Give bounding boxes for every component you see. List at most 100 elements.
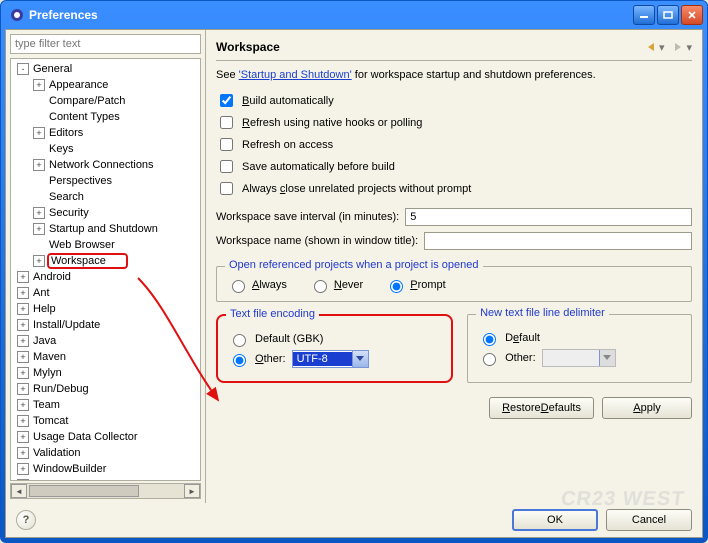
tree-item-maven[interactable]: +Maven (11, 349, 200, 365)
openref-never-input[interactable] (314, 280, 327, 293)
tree-item-mylyn[interactable]: +Mylyn (11, 365, 200, 381)
tree-item-workspace[interactable]: +Workspace (11, 253, 200, 269)
delimiter-other[interactable]: Other: (478, 349, 681, 367)
encoding-other[interactable]: Other: UTF-8 (228, 350, 441, 368)
delimiter-default[interactable]: Default (478, 330, 681, 346)
tree-item-startup-and-shutdown[interactable]: +Startup and Shutdown (11, 221, 200, 237)
chevron-down-icon[interactable] (352, 351, 368, 367)
close-unrelated-checkbox[interactable]: Always close unrelated projects without … (216, 179, 692, 198)
tree-item-tomcat[interactable]: +Tomcat (11, 413, 200, 429)
tree-item-run-debug[interactable]: +Run/Debug (11, 381, 200, 397)
expand-icon[interactable]: + (33, 223, 45, 235)
expand-icon[interactable]: + (17, 271, 29, 283)
openref-prompt[interactable]: Prompt (385, 277, 445, 293)
expand-icon[interactable]: + (17, 447, 29, 459)
filter-input[interactable] (10, 34, 201, 54)
tree-item-appearance[interactable]: +Appearance (11, 77, 200, 93)
tree-item-windowbuilder[interactable]: +WindowBuilder (11, 461, 200, 477)
tree-item-compare-patch[interactable]: +Compare/Patch (11, 93, 200, 109)
tree-item-editors[interactable]: +Editors (11, 125, 200, 141)
help-button[interactable]: ? (16, 510, 36, 530)
dialog-footer: ? OK Cancel (6, 503, 702, 537)
openref-always-input[interactable] (232, 280, 245, 293)
expand-icon[interactable]: + (33, 127, 45, 139)
titlebar[interactable]: Preferences (1, 1, 707, 29)
expand-icon[interactable]: + (17, 415, 29, 427)
tree-item-security[interactable]: +Security (11, 205, 200, 221)
tree-item-search[interactable]: +Search (11, 189, 200, 205)
refresh-native-input[interactable] (220, 116, 233, 129)
expand-icon[interactable]: + (33, 159, 45, 171)
save-before-build-checkbox[interactable]: Save automatically before build (216, 157, 692, 176)
preferences-tree[interactable]: -General+Appearance+Compare/Patch+Conten… (10, 58, 201, 481)
tree-item-java[interactable]: +Java (11, 333, 200, 349)
tree-item-network-connections[interactable]: +Network Connections (11, 157, 200, 173)
encoding-combo[interactable]: UTF-8 (292, 350, 369, 368)
tree-item-help[interactable]: +Help (11, 301, 200, 317)
openref-prompt-input[interactable] (390, 280, 403, 293)
expand-icon[interactable]: + (17, 399, 29, 411)
expand-icon[interactable]: + (17, 303, 29, 315)
encoding-other-input[interactable] (233, 354, 246, 367)
tree-item-ant[interactable]: +Ant (11, 285, 200, 301)
scroll-left-icon[interactable]: ◄ (11, 484, 27, 498)
tree-item-usage-data-collector[interactable]: +Usage Data Collector (11, 429, 200, 445)
ws-name-input[interactable] (424, 232, 692, 250)
expand-icon[interactable]: + (17, 479, 29, 481)
refresh-access-checkbox[interactable]: Refresh on access (216, 135, 692, 154)
refresh-access-input[interactable] (220, 138, 233, 151)
tree-item-install-update[interactable]: +Install/Update (11, 317, 200, 333)
ok-button[interactable]: OK (512, 509, 598, 531)
encoding-default-input[interactable] (233, 334, 246, 347)
tree-item-perspectives[interactable]: +Perspectives (11, 173, 200, 189)
maximize-button[interactable] (657, 5, 679, 25)
build-automatically-input[interactable] (220, 94, 233, 107)
page-title: Workspace (216, 40, 645, 54)
left-pane: -General+Appearance+Compare/Patch+Conten… (6, 30, 206, 503)
tree-h-scrollbar[interactable]: ◄ ► (10, 483, 201, 499)
nav-back-button[interactable]: ▾ (645, 41, 665, 54)
tree-item-android[interactable]: +Android (11, 269, 200, 285)
refresh-native-checkbox[interactable]: Refresh using native hooks or polling (216, 113, 692, 132)
collapse-icon[interactable]: - (17, 63, 29, 75)
openref-always[interactable]: Always (227, 277, 287, 293)
tree-item-web-browser[interactable]: +Web Browser (11, 237, 200, 253)
tree-item-general[interactable]: -General (11, 61, 200, 77)
expand-icon[interactable]: + (17, 383, 29, 395)
encoding-default[interactable]: Default (GBK) (228, 331, 441, 347)
delimiter-default-input[interactable] (483, 333, 496, 346)
apply-button[interactable]: Apply (602, 397, 692, 419)
tree-item-xml[interactable]: +XML (11, 477, 200, 481)
expand-icon[interactable]: + (17, 319, 29, 331)
scroll-right-icon[interactable]: ► (184, 484, 200, 498)
restore-defaults-button[interactable]: Restore Defaults (489, 397, 594, 419)
startup-shutdown-link[interactable]: 'Startup and Shutdown' (239, 69, 352, 81)
expand-icon[interactable]: + (17, 463, 29, 475)
expand-icon[interactable]: + (17, 431, 29, 443)
expand-icon[interactable]: + (17, 287, 29, 299)
tree-item-keys[interactable]: +Keys (11, 141, 200, 157)
refresh-native-label: Refresh using native hooks or polling (242, 117, 422, 129)
save-before-build-input[interactable] (220, 160, 233, 173)
expand-icon[interactable]: + (17, 351, 29, 363)
cancel-button[interactable]: Cancel (606, 509, 692, 531)
build-automatically-checkbox[interactable]: Build automatically (216, 91, 692, 110)
minimize-button[interactable] (633, 5, 655, 25)
expand-icon[interactable]: + (17, 335, 29, 347)
tree-item-content-types[interactable]: +Content Types (11, 109, 200, 125)
close-button[interactable] (681, 5, 703, 25)
window-title: Preferences (29, 8, 633, 22)
expand-icon[interactable]: + (33, 207, 45, 219)
close-unrelated-input[interactable] (220, 182, 233, 195)
scroll-thumb[interactable] (29, 485, 139, 497)
openref-never[interactable]: Never (309, 277, 363, 293)
expand-icon[interactable]: + (33, 79, 45, 91)
save-interval-input[interactable] (405, 208, 692, 226)
tree-item-team[interactable]: +Team (11, 397, 200, 413)
expand-icon[interactable]: + (17, 367, 29, 379)
tree-item-label: Validation (31, 447, 83, 459)
delimiter-other-input[interactable] (483, 353, 496, 366)
nav-forward-button[interactable]: ▾ (672, 41, 692, 54)
expand-icon[interactable]: + (33, 255, 45, 267)
tree-item-validation[interactable]: +Validation (11, 445, 200, 461)
